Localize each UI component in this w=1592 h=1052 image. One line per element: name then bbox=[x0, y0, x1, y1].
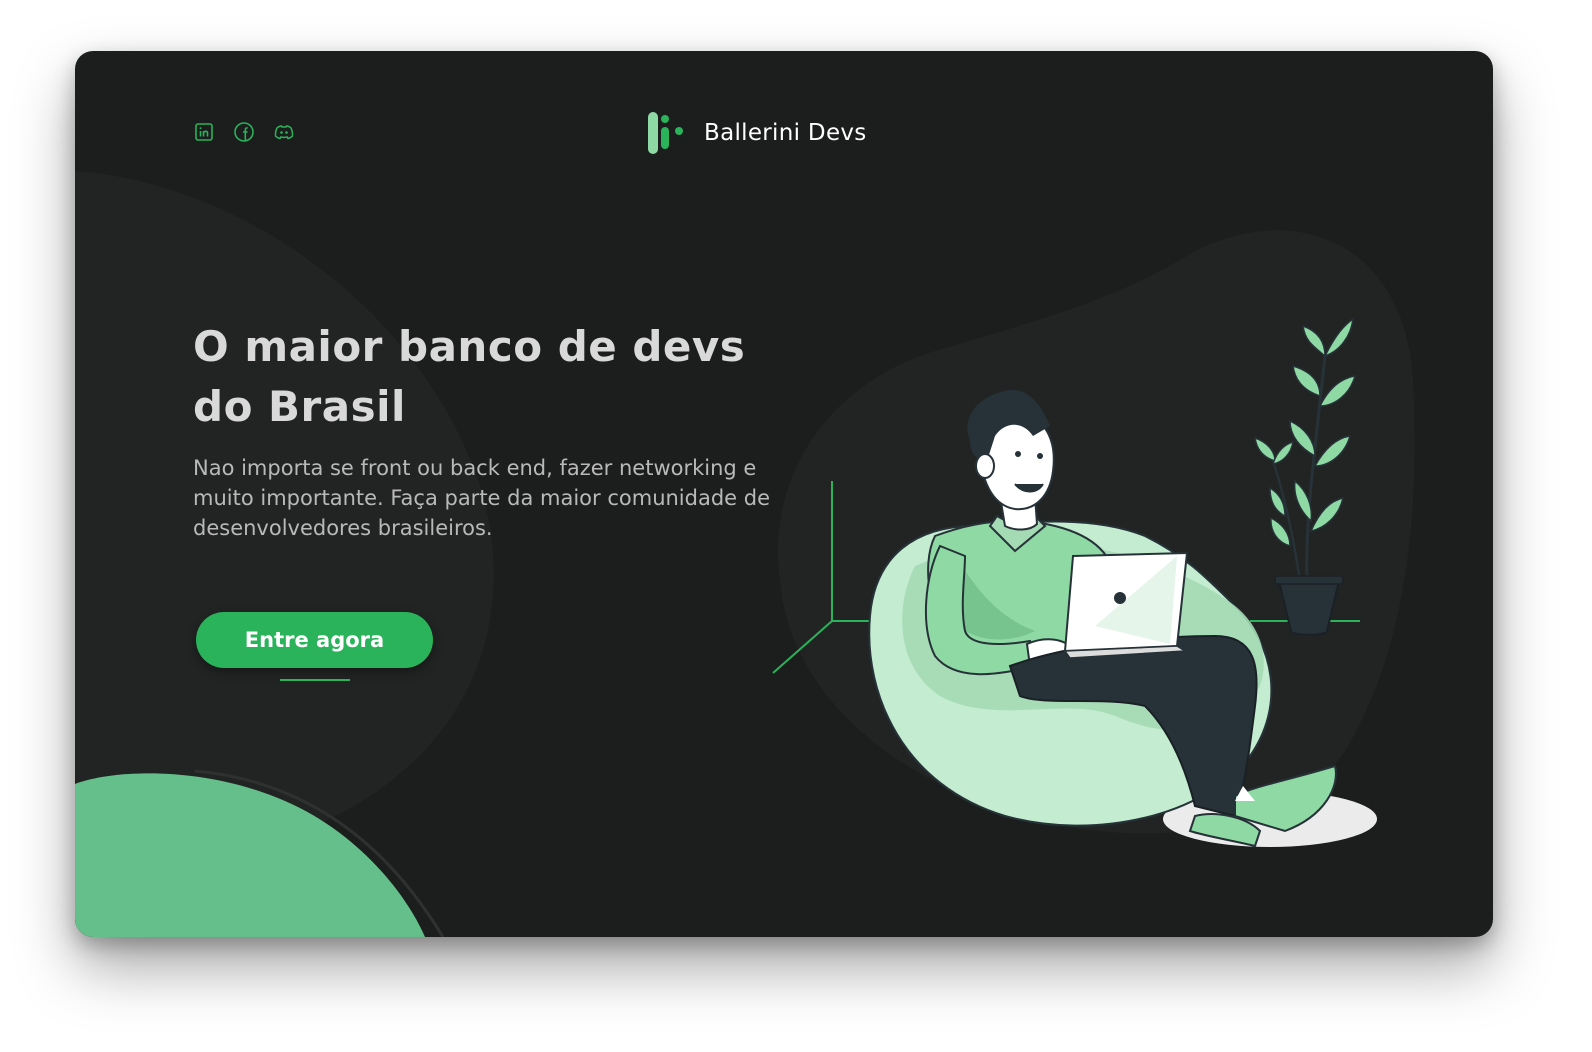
green-wave-shape bbox=[75, 773, 425, 937]
join-now-button[interactable]: Entre agora bbox=[196, 612, 433, 668]
hero-title: O maior banco de devs do Brasil bbox=[193, 322, 746, 431]
linkedin-icon[interactable] bbox=[193, 121, 215, 143]
app-window: Ballerini Devs O maior banco de devs do … bbox=[75, 51, 1493, 937]
facebook-icon[interactable] bbox=[233, 121, 255, 143]
brand-name: Ballerini Devs bbox=[704, 120, 867, 146]
brand-logo-icon bbox=[648, 112, 683, 154]
developer-illustration bbox=[772, 317, 1377, 848]
discord-icon[interactable] bbox=[273, 121, 295, 143]
hero-description: Nao importa se front ou back end, fazer … bbox=[193, 456, 771, 540]
person-head bbox=[967, 390, 1055, 511]
cta-underline bbox=[280, 679, 350, 681]
brand-header[interactable]: Ballerini Devs bbox=[646, 111, 867, 155]
laptop bbox=[1063, 551, 1189, 659]
plant bbox=[1254, 317, 1357, 636]
social-links bbox=[193, 121, 295, 143]
